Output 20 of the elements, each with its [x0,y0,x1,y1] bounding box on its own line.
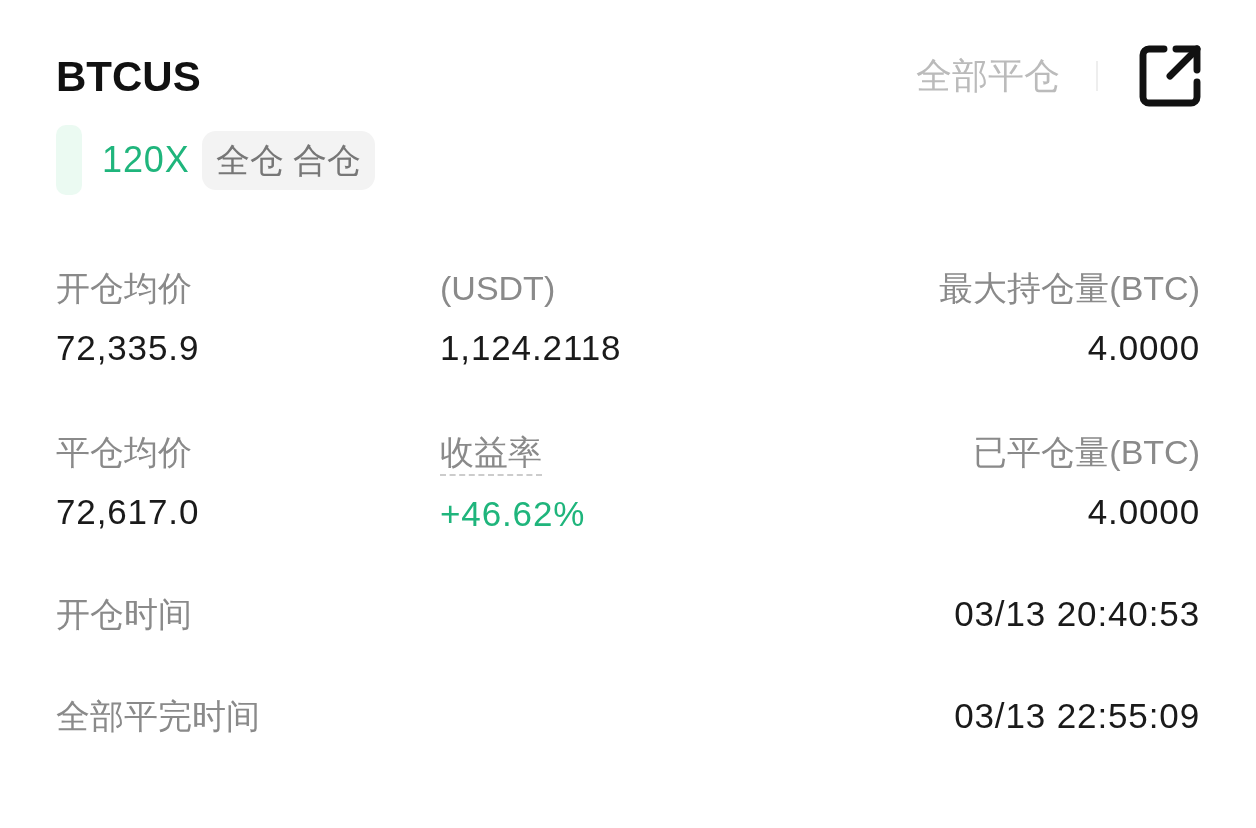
symbol-title: BTCUS [56,51,201,102]
time-label: 全部平完时间 [56,696,260,737]
stat-value: 4.0000 [1087,327,1200,369]
stat-value: 1,124.2118 [440,327,622,369]
stat-label: 开仓均价 [56,268,192,309]
stat-label: 平仓均价 [56,432,192,473]
time-label: 开仓时间 [56,594,192,635]
stat-value: 72,617.0 [56,491,200,533]
margin-mode-tag: 全仓 合仓 [201,130,376,190]
stat-value: 72,335.9 [56,327,200,369]
stat-value: 4.0000 [1087,491,1200,533]
leverage-label: 120X [102,138,190,182]
stat-label: 已平仓量(BTC) [973,432,1200,473]
close-all-button[interactable]: 全部平仓 [916,49,1060,103]
time-value: 03/13 22:55:09 [954,695,1200,737]
stat-label: (USDT) [440,268,556,309]
stat-value: +46.62% [440,493,586,535]
stat-label: 最大持仓量(BTC) [939,268,1200,309]
time-value: 03/13 20:40:53 [954,593,1200,635]
stat-label: 收益率 [440,430,542,476]
